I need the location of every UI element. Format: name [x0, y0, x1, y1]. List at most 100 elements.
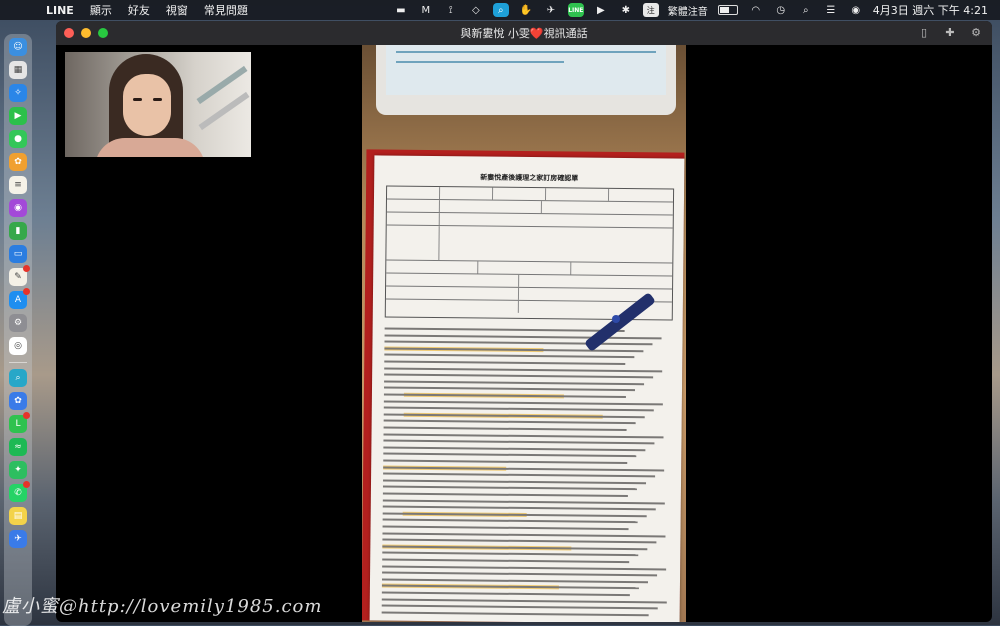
document-text-line — [381, 598, 667, 604]
close-button[interactable] — [64, 28, 74, 38]
search-app-icon[interactable]: ⌕ — [492, 3, 509, 17]
menu-app-name[interactable]: LINE — [46, 4, 74, 17]
notification-badge — [23, 265, 30, 272]
dock: ☺ ▦ ✧ ▶ ● ✿ ≡ ◉ ▮ ▭ ✎ A ⚙ ◎ ⌕ ✿ L ≈ ✦ ✆ ▤ ✈ — [4, 34, 32, 626]
document-form-table — [384, 185, 675, 321]
play-icon[interactable]: ▶ — [593, 3, 609, 17]
chrome-app-icon[interactable]: ◎ — [9, 337, 27, 355]
appstore-app-icon[interactable]: A — [9, 288, 30, 309]
hand-icon[interactable]: ✋ — [518, 3, 534, 17]
search-tool-app-icon[interactable]: ⌕ — [9, 369, 27, 387]
tablet-screen — [386, 45, 666, 95]
pencil-app-icon[interactable]: ✎ — [9, 265, 30, 286]
whatsapp-app-icon[interactable]: ✆ — [9, 481, 30, 502]
person-eye-left — [133, 98, 142, 101]
person-eye-right — [153, 98, 162, 101]
window-title-suffix: 視訊通話 — [543, 27, 588, 40]
document-text-line — [383, 459, 628, 465]
titlebar-actions: ▯ ✚ ⚙ — [906, 25, 984, 41]
bird-icon[interactable]: ✈ — [543, 3, 559, 17]
siri-icon[interactable]: ◉ — [848, 3, 864, 17]
photos-app-icon[interactable]: ✿ — [9, 153, 27, 171]
split-view-icon[interactable]: ▯ — [916, 25, 932, 41]
finder-app-icon[interactable]: ☺ — [9, 38, 27, 56]
maximize-button[interactable] — [98, 28, 108, 38]
document-text-line — [382, 505, 656, 511]
ime-label[interactable]: 繁體注音 — [668, 3, 708, 18]
window-titlebar[interactable]: 與新婁悅 小雯❤️視訊通話 ▯ ✚ ⚙ — [56, 21, 992, 45]
line-app-icon[interactable]: L — [9, 412, 30, 433]
document-text-line — [381, 591, 630, 597]
ime-icon[interactable]: 注 — [642, 3, 659, 17]
menu-clock[interactable]: 4月3日 週六 下午 4:21 — [873, 2, 988, 18]
settings-app-icon[interactable]: ⚙ — [9, 314, 27, 332]
notification-badge — [23, 481, 30, 488]
menu-friends[interactable]: 好友 — [128, 2, 150, 18]
window-controls — [64, 28, 115, 38]
dropbox-icon[interactable]: ◇ — [468, 3, 484, 17]
document-text-line — [383, 419, 636, 425]
usb-icon[interactable]: ⟟ — [443, 3, 459, 17]
document-text-line — [382, 565, 667, 571]
document-text-line — [384, 353, 635, 359]
document-text-line — [382, 571, 658, 577]
notes-app-icon[interactable]: ≡ — [9, 176, 27, 194]
document-text-line — [382, 485, 637, 491]
pin-icon[interactable]: ✚ — [942, 25, 958, 41]
notification-badge — [23, 288, 30, 295]
line-icon[interactable]: LINE — [567, 3, 584, 17]
document-text-line — [384, 334, 662, 339]
document-text-line — [381, 578, 649, 584]
document-text-line — [383, 386, 636, 392]
menu-bar: LINE 顯示 好友 視窗 常見問題 ▬ M ⟟ ◇ ⌕ ✋ ✈ LINE ▶ … — [0, 0, 1000, 20]
document-text-line — [384, 367, 663, 373]
self-video-preview[interactable] — [65, 52, 251, 157]
menu-window[interactable]: 視窗 — [166, 2, 188, 18]
document-sheet: 新婁悅產後護理之家訂房確認單 — [369, 155, 685, 622]
messages-app-icon[interactable]: ● — [9, 130, 27, 148]
document-text-line — [383, 452, 637, 458]
spotify-app-icon[interactable]: ≈ — [9, 438, 27, 456]
cloud-app-icon[interactable]: ✿ — [9, 392, 27, 410]
bluetooth-icon[interactable]: ✱ — [618, 3, 634, 17]
m-app-icon[interactable]: M — [418, 3, 434, 17]
menu-faq[interactable]: 常見問題 — [204, 2, 248, 18]
stickies-app-icon[interactable]: ▤ — [9, 507, 27, 525]
document-text-line — [384, 327, 625, 333]
control-center-icon[interactable]: ☰ — [823, 3, 839, 17]
document-text-line — [381, 604, 658, 610]
launchpad-app-icon[interactable]: ▦ — [9, 61, 27, 79]
podcasts-app-icon[interactable]: ◉ — [9, 199, 27, 217]
window-title: 與新婁悅 小雯❤️視訊通話 — [460, 25, 587, 41]
tablet-device — [376, 45, 676, 115]
document-text-line — [383, 426, 627, 432]
safari-app-icon[interactable]: ✧ — [9, 84, 27, 102]
clock-icon[interactable]: ◷ — [773, 3, 789, 17]
minimize-button[interactable] — [81, 28, 91, 38]
document-text-line — [383, 439, 655, 445]
document-text-line — [382, 532, 666, 538]
document-text-line — [383, 446, 646, 452]
keynote-app-icon[interactable]: ▭ — [9, 245, 27, 263]
document-text-line — [382, 518, 638, 524]
screen-icon[interactable]: ▬ — [393, 3, 409, 17]
document-text-line — [384, 380, 645, 386]
menu-extras: ▬ M ⟟ ◇ ⌕ ✋ ✈ LINE ▶ ✱ 注 繁體注音 ◠ ◷ ⌕ ☰ ◉ … — [393, 0, 1000, 20]
airmail-app-icon[interactable]: ✈ — [9, 530, 27, 548]
document-text-line — [382, 558, 630, 564]
video-call-window: 與新婁悅 小雯❤️視訊通話 ▯ ✚ ⚙ 新婁悅產後護理之家訂房確認單 — [56, 21, 992, 622]
battery-icon[interactable] — [717, 5, 738, 15]
wifi-icon[interactable]: ◠ — [748, 3, 764, 17]
numbers-app-icon[interactable]: ▮ — [9, 222, 27, 240]
gear-icon[interactable]: ⚙ — [968, 25, 984, 41]
spotlight-icon[interactable]: ⌕ — [798, 3, 814, 17]
document-title: 新婁悅產後護理之家訂房確認單 — [480, 173, 579, 183]
document-text-line — [382, 538, 657, 544]
facetime-app-icon[interactable]: ▶ — [9, 107, 27, 125]
document-text-line — [384, 360, 626, 366]
remote-video-feed[interactable]: 新婁悅產後護理之家訂房確認單 — [362, 45, 686, 622]
evernote-app-icon[interactable]: ✦ — [9, 461, 27, 479]
document-text-line — [383, 472, 656, 478]
menu-view[interactable]: 顯示 — [90, 2, 112, 18]
heart-icon: ❤️ — [529, 27, 544, 40]
